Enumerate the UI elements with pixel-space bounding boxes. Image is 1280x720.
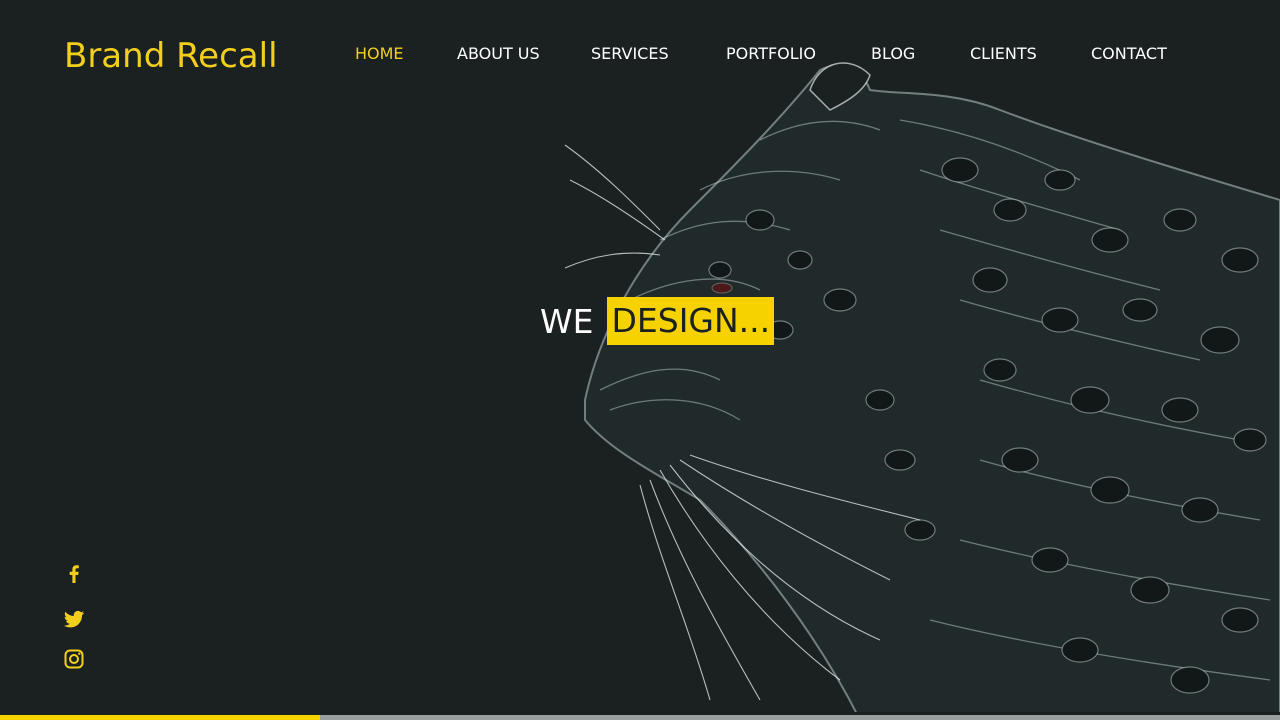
hero-highlight: DESIGN...: [607, 297, 775, 345]
hero-headline: WE DESIGN...: [540, 297, 775, 345]
nav-item-clients[interactable]: CLIENTS: [970, 44, 1037, 63]
twitter-icon[interactable]: [62, 607, 86, 631]
nav-item-portfolio[interactable]: PORTFOLIO: [726, 44, 816, 63]
nav-item-home[interactable]: HOME: [355, 44, 404, 63]
page: Brand Recall HOME ABOUT US SERVICES PORT…: [0, 0, 1280, 720]
main-nav: HOME ABOUT US SERVICES PORTFOLIO BLOG CL…: [0, 44, 1280, 64]
nav-item-about-us[interactable]: ABOUT US: [457, 44, 540, 63]
nav-item-contact[interactable]: CONTACT: [1091, 44, 1167, 63]
slider-progress-fill: [0, 715, 320, 720]
facebook-icon[interactable]: [62, 562, 86, 586]
instagram-icon[interactable]: [62, 647, 86, 671]
hero-word: WE: [540, 301, 594, 341]
nav-item-services[interactable]: SERVICES: [591, 44, 669, 63]
nav-item-blog[interactable]: BLOG: [871, 44, 915, 63]
leopard-illustration: [564, 62, 1280, 720]
slider-progress: [0, 712, 1280, 720]
